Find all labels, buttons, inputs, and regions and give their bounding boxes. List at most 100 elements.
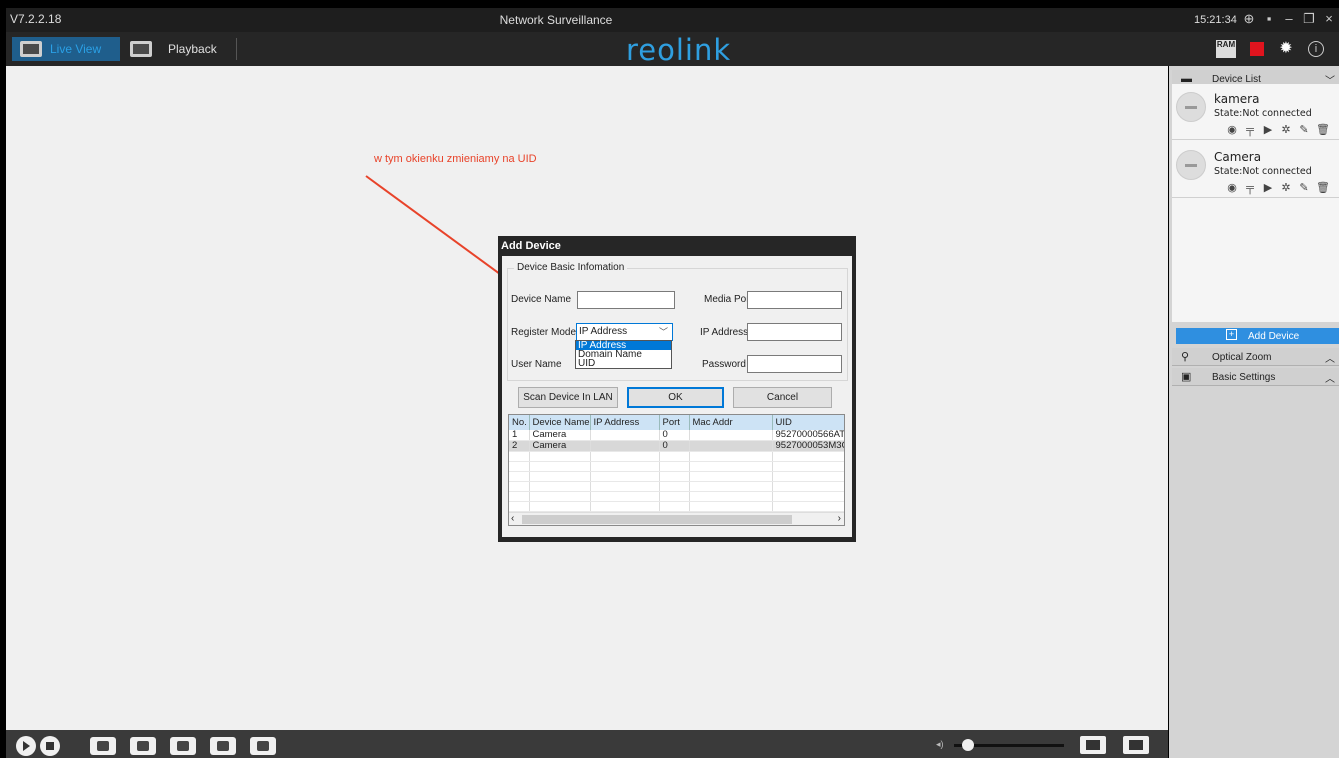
tab-live-view[interactable]: Live View (12, 37, 120, 61)
gear-icon[interactable]: ✹ (1278, 41, 1294, 57)
horizontal-scrollbar[interactable]: ‹ › (509, 512, 844, 525)
device-name-input[interactable] (577, 291, 675, 309)
table-cell (689, 440, 773, 452)
delete-icon[interactable]: 🗑 (1316, 182, 1330, 194)
record-icon[interactable] (1250, 42, 1264, 56)
table-row-empty (509, 461, 844, 472)
eye-icon[interactable] (250, 737, 276, 755)
column-header[interactable]: Device Name (529, 415, 591, 430)
ram-icon[interactable]: RAM (1216, 40, 1236, 58)
device-name-label: Device Name (511, 294, 572, 305)
volume-icon[interactable]: ◂) (936, 739, 944, 750)
stop-all-icon[interactable] (40, 736, 60, 756)
logo: reolink (626, 33, 732, 67)
tab-label: Live View (50, 42, 102, 56)
play-icon[interactable]: ▶ (1262, 124, 1274, 136)
optical-zoom-label: Optical Zoom (1212, 352, 1272, 363)
snapshot-icon[interactable] (90, 737, 116, 755)
settings-icon[interactable]: ✲ (1280, 124, 1292, 136)
device-item[interactable]: Camera State:Not connected ◉ ╤ ▶ ✲ ✎ 🗑 (1172, 142, 1339, 198)
table-cell (689, 430, 773, 441)
add-device-button[interactable]: + Add Device (1176, 328, 1339, 344)
chevron-up-icon: ︿ (1325, 374, 1335, 385)
optical-zoom-header[interactable]: ⚲ Optical Zoom ︿ (1172, 348, 1339, 366)
table-row-empty (509, 491, 844, 502)
play-icon[interactable]: ▶ (1262, 182, 1274, 194)
chevron-down-icon: ﹀ (658, 327, 668, 337)
register-mode-value: IP Address (579, 326, 628, 337)
next-page-icon[interactable] (210, 737, 236, 755)
scroll-right-icon[interactable]: › (838, 513, 841, 524)
camera-icon (1176, 92, 1206, 122)
column-header[interactable]: Mac Addr (689, 415, 773, 430)
window-title: Network Surveillance (499, 13, 613, 27)
device-item[interactable]: kamera State:Not connected ◉ ╤ ▶ ✲ ✎ 🗑 (1172, 84, 1339, 140)
edit-icon[interactable]: ✎ (1298, 124, 1310, 136)
device-state: State:Not connected (1214, 166, 1312, 177)
column-header[interactable]: IP Address (590, 415, 660, 430)
scan-lan-button[interactable]: Scan Device In LAN (518, 387, 618, 408)
device-table[interactable]: No. Device Name IP Address Port Mac Addr… (508, 414, 845, 526)
prev-page-icon[interactable] (170, 737, 196, 755)
tab-playback[interactable]: Playback (122, 37, 234, 61)
camera-icon (1176, 150, 1206, 180)
dialog-title: Add Device (501, 240, 561, 252)
table-cell: 95270000566AT7 (772, 430, 844, 441)
info-icon[interactable]: i (1308, 41, 1324, 57)
column-header[interactable]: No. (509, 415, 530, 430)
column-header[interactable]: UID (772, 415, 844, 430)
table-cell: 1 (509, 430, 530, 441)
table-row-empty (509, 501, 844, 512)
record-icon[interactable] (130, 737, 156, 755)
network-icon[interactable]: ⊕ (1242, 11, 1256, 27)
record-icon[interactable]: ◉ (1226, 124, 1238, 136)
title-bar: V7.2.2.18 Network Surveillance 15:21:34 … (6, 8, 1339, 32)
column-header[interactable]: Port (659, 415, 690, 430)
media-port-label: Media Port (704, 294, 753, 305)
fullscreen-icon[interactable] (1123, 736, 1149, 754)
dropdown-option-uid[interactable]: UID (576, 359, 671, 369)
media-port-input[interactable] (747, 291, 842, 309)
basic-settings-label: Basic Settings (1212, 372, 1276, 383)
minimize-icon[interactable]: – (1282, 11, 1296, 27)
basic-settings-header[interactable]: ▣ Basic Settings ︿ (1172, 368, 1339, 386)
table-cell: 9527000053M3C (772, 440, 844, 452)
device-list: kamera State:Not connected ◉ ╤ ▶ ✲ ✎ 🗑 C… (1172, 84, 1339, 322)
settings-icon[interactable]: ✲ (1280, 182, 1292, 194)
volume-knob[interactable] (962, 739, 974, 751)
register-mode-dropdown: IP Address Domain Name UID (575, 340, 672, 369)
playback-icon (130, 41, 152, 57)
table-cell (590, 430, 660, 441)
ptz-icon[interactable]: ╤ (1244, 124, 1256, 136)
table-row[interactable]: 1 Camera 0 95270000566AT7 (509, 430, 844, 441)
layout-grid-icon[interactable] (1080, 736, 1106, 754)
tab-label: Playback (168, 42, 217, 56)
table-cell: Camera (529, 440, 591, 452)
table-row[interactable]: 2 Camera 0 9527000053M3C (509, 440, 844, 452)
register-mode-select[interactable]: IP Address ﹀ (576, 323, 673, 341)
ptz-icon[interactable]: ╤ (1244, 182, 1256, 194)
ok-button[interactable]: OK (627, 387, 724, 408)
edit-icon[interactable]: ✎ (1298, 182, 1310, 194)
table-row-empty (509, 481, 844, 492)
password-label: Password (702, 359, 746, 370)
close-icon[interactable]: × (1322, 11, 1336, 27)
device-name: kamera (1214, 92, 1260, 106)
zoom-icon: ⚲ (1181, 351, 1190, 363)
scroll-left-icon[interactable]: ‹ (511, 513, 514, 524)
scroll-thumb[interactable] (522, 515, 792, 524)
device-state: State:Not connected (1214, 108, 1312, 119)
ip-address-input[interactable] (747, 323, 842, 341)
device-name: Camera (1214, 150, 1262, 164)
password-input[interactable] (747, 355, 842, 373)
window-icon[interactable]: ▪ (1262, 11, 1276, 27)
right-panel: ▬ Device List ﹀ kamera State:Not connect… (1169, 66, 1339, 758)
record-icon[interactable]: ◉ (1226, 182, 1238, 194)
chevron-up-icon: ︿ (1325, 354, 1335, 365)
delete-icon[interactable]: 🗑 (1316, 124, 1330, 136)
cancel-button[interactable]: Cancel (733, 387, 832, 408)
table-cell: 0 (659, 440, 690, 452)
play-all-icon[interactable] (16, 736, 36, 756)
table-cell: Camera (529, 430, 591, 441)
restore-icon[interactable]: ❐ (1302, 11, 1316, 27)
